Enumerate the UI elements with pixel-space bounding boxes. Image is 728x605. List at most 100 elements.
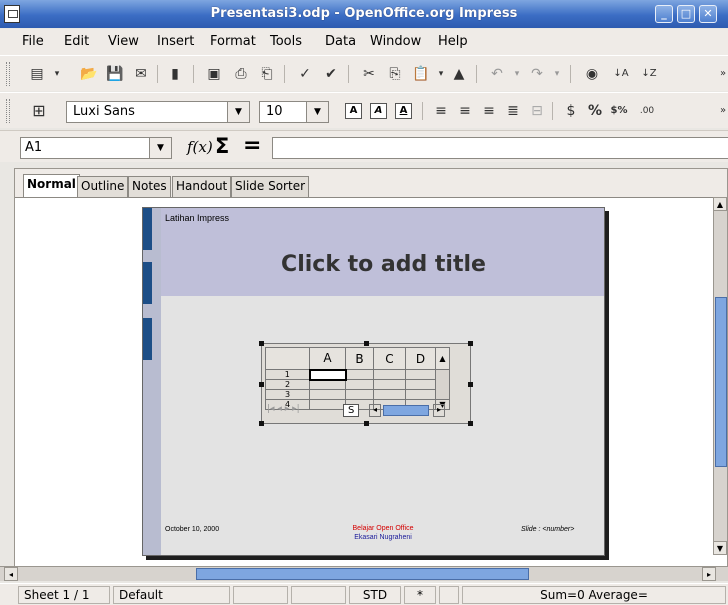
column-header[interactable]: B xyxy=(345,347,374,370)
paste-icon[interactable]: 📋 xyxy=(412,65,430,83)
cell[interactable] xyxy=(309,389,346,400)
menu-edit[interactable]: Edit xyxy=(64,34,89,49)
edit-file-icon[interactable]: ▮ xyxy=(166,65,184,83)
cell[interactable] xyxy=(405,369,436,380)
menu-tools[interactable]: Tools xyxy=(270,34,302,49)
formula-input[interactable] xyxy=(272,137,728,159)
status-selection-mode[interactable]: STD xyxy=(349,586,401,604)
merge-cells-icon[interactable]: ⊟ xyxy=(528,102,546,120)
embedded-spreadsheet[interactable]: A B C D ▲ 1 2 3 4 ▼ |◂ ◂ ▸ ▸| S ◂ ▸ xyxy=(259,341,473,426)
function-wizard-icon[interactable]: f(x) xyxy=(187,138,213,156)
resize-handle[interactable] xyxy=(468,341,473,346)
vertical-scroll-thumb[interactable] xyxy=(715,297,727,467)
status-page-style[interactable]: Default xyxy=(113,586,230,604)
toolbar-grip[interactable] xyxy=(6,62,10,86)
paste-dropdown-icon[interactable]: ▾ xyxy=(432,65,450,83)
vertical-scrollbar[interactable] xyxy=(435,369,450,400)
column-header[interactable]: C xyxy=(373,347,406,370)
horizontal-scrollbar[interactable]: ◂ ▸ xyxy=(0,566,728,581)
sheet-tab[interactable]: S xyxy=(343,404,360,417)
print-icon[interactable]: ⎙ xyxy=(232,65,250,83)
toolbar-overflow-icon[interactable]: » xyxy=(714,65,728,83)
sheet-grid[interactable]: A B C D ▲ 1 2 3 4 ▼ xyxy=(265,347,450,410)
scroll-right-arrow[interactable]: ▸ xyxy=(433,404,445,417)
tab-slide-sorter[interactable]: Slide Sorter xyxy=(231,176,310,197)
add-decimal-icon[interactable]: .00 xyxy=(638,102,656,120)
menu-insert[interactable]: Insert xyxy=(157,34,194,49)
chevron-down-icon[interactable]: ▼ xyxy=(306,102,328,122)
chevron-down-icon[interactable]: ▼ xyxy=(149,138,171,158)
tab-normal[interactable]: Normal xyxy=(23,174,80,198)
new-dropdown-icon[interactable]: ▾ xyxy=(48,65,66,83)
row-header[interactable]: 3 xyxy=(265,389,310,400)
resize-handle[interactable] xyxy=(259,341,264,346)
menu-format[interactable]: Format xyxy=(210,34,256,49)
cell[interactable] xyxy=(345,369,374,380)
resize-handle[interactable] xyxy=(364,341,369,346)
scroll-up-arrow[interactable]: ▲ xyxy=(713,197,727,211)
cell[interactable] xyxy=(373,379,406,390)
format-paintbrush-icon[interactable]: ▲ xyxy=(450,65,468,83)
resize-handle[interactable] xyxy=(468,382,473,387)
align-left-icon[interactable]: ≡ xyxy=(432,102,450,120)
sum-icon[interactable]: Σ xyxy=(215,134,229,158)
scroll-down-arrow[interactable]: ▼ xyxy=(713,541,727,555)
underline-icon[interactable]: A xyxy=(395,103,412,119)
cell[interactable] xyxy=(373,389,406,400)
sheet-nav-icons[interactable]: |◂ ◂ ▸ ▸| xyxy=(267,404,300,414)
slide-title-placeholder[interactable]: Click to add title xyxy=(161,252,604,277)
menu-help[interactable]: Help xyxy=(438,34,468,49)
vertical-scrollbar[interactable]: ▲ ▼ xyxy=(713,197,727,555)
tab-notes[interactable]: Notes xyxy=(128,176,171,197)
scroll-right-arrow[interactable]: ▸ xyxy=(702,567,716,581)
maximize-button[interactable]: □ xyxy=(677,5,695,23)
menu-data[interactable]: Data xyxy=(325,34,356,49)
scroll-left-arrow[interactable]: ◂ xyxy=(369,404,381,417)
italic-icon[interactable]: A xyxy=(370,103,387,119)
resize-handle[interactable] xyxy=(259,421,264,426)
menu-view[interactable]: View xyxy=(108,34,139,49)
cell[interactable] xyxy=(405,389,436,400)
selected-cell[interactable] xyxy=(308,368,347,381)
percent-icon[interactable]: % xyxy=(586,102,604,120)
horizontal-scroll-thumb[interactable] xyxy=(383,405,429,416)
spellcheck-icon[interactable]: ✓ xyxy=(296,65,314,83)
corner-cell[interactable] xyxy=(265,347,310,370)
column-header[interactable]: A xyxy=(309,347,346,370)
font-name-combo[interactable]: Luxi Sans ▼ xyxy=(66,101,250,123)
slide[interactable]: Latihan Impress Click to add title A B C… xyxy=(142,207,605,556)
open-icon[interactable]: 📂 xyxy=(80,65,98,83)
align-right-icon[interactable]: ≡ xyxy=(480,102,498,120)
justify-icon[interactable]: ≣ xyxy=(504,102,522,120)
horizontal-scroll-thumb[interactable] xyxy=(196,568,529,580)
close-button[interactable]: ✕ xyxy=(699,5,717,23)
tab-outline[interactable]: Outline xyxy=(77,176,129,197)
toolbar-overflow-icon[interactable]: » xyxy=(714,102,728,120)
export-pdf-icon[interactable]: ▣ xyxy=(205,65,223,83)
cell[interactable] xyxy=(373,369,406,380)
autospellcheck-icon[interactable]: ✔ xyxy=(322,65,340,83)
sort-descending-icon[interactable]: ↓Z xyxy=(640,65,658,83)
menu-window[interactable]: Window xyxy=(370,34,421,49)
print-preview-icon[interactable]: ⎗ xyxy=(258,65,276,83)
formula-icon[interactable]: = xyxy=(243,133,261,158)
row-header[interactable]: 2 xyxy=(265,379,310,390)
styles-icon[interactable]: ⊞ xyxy=(30,102,48,120)
bold-icon[interactable]: A xyxy=(345,103,362,119)
redo-icon[interactable]: ↷ xyxy=(528,65,546,83)
undo-dropdown-icon[interactable]: ▾ xyxy=(508,65,526,83)
row-header[interactable]: 1 xyxy=(265,369,310,380)
toolbar-grip[interactable] xyxy=(6,99,10,123)
resize-handle[interactable] xyxy=(259,382,264,387)
status-zoom[interactable] xyxy=(233,586,288,604)
resize-handle[interactable] xyxy=(468,421,473,426)
tab-handout[interactable]: Handout xyxy=(172,176,232,197)
name-box[interactable]: A1 ▼ xyxy=(20,137,172,159)
minimize-button[interactable]: _ xyxy=(655,5,673,23)
font-size-combo[interactable]: 10 ▼ xyxy=(259,101,329,123)
chevron-down-icon[interactable]: ▼ xyxy=(227,102,249,122)
menu-file[interactable]: File xyxy=(22,34,44,49)
status-digital-signature[interactable] xyxy=(439,586,459,604)
column-header[interactable]: D xyxy=(405,347,436,370)
cell[interactable] xyxy=(345,389,374,400)
